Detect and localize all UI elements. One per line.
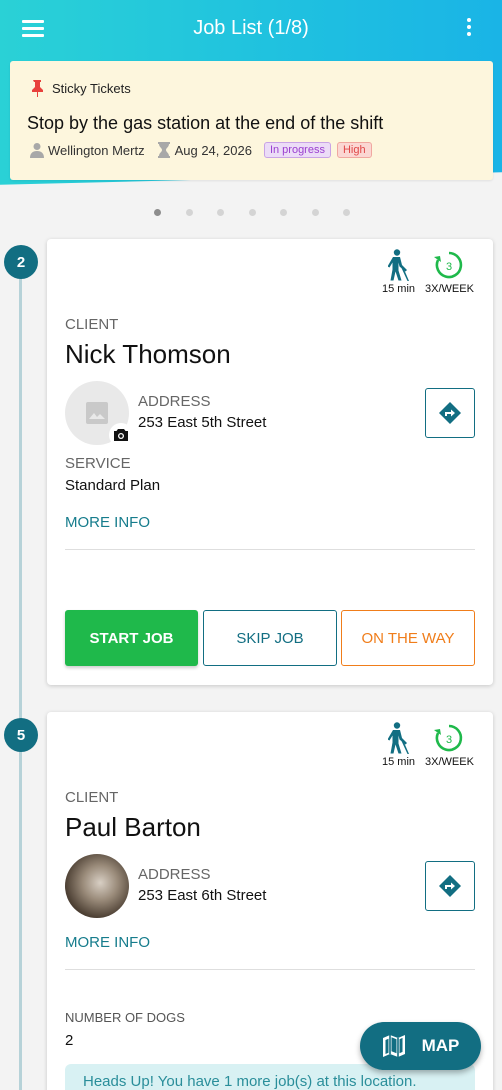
address-label: ADDRESS bbox=[138, 866, 211, 883]
map-icon bbox=[382, 1035, 405, 1057]
sticky-text: Stop by the gas station at the end of th… bbox=[27, 113, 384, 133]
app-bar: Job List (1/8) bbox=[0, 0, 502, 56]
job-card[interactable]: 15 min 3 3X/WEEK CLIENT Nick Thomson ADD… bbox=[47, 239, 493, 685]
duration-stat: 15 min bbox=[382, 249, 415, 295]
sticky-header: Sticky Tickets bbox=[30, 79, 131, 97]
service-value: Standard Plan bbox=[65, 477, 161, 494]
client-name: Paul Barton bbox=[65, 812, 201, 842]
walker-icon bbox=[387, 249, 409, 281]
frequency-text: 3X/WEEK bbox=[425, 756, 474, 768]
sticky-label: Sticky Tickets bbox=[52, 80, 131, 96]
pager-dots[interactable] bbox=[154, 209, 375, 216]
image-placeholder-icon bbox=[86, 402, 108, 424]
pager-dot[interactable] bbox=[217, 209, 224, 216]
on-the-way-button[interactable]: ON THE WAY bbox=[341, 610, 475, 666]
frequency-count: 3 bbox=[446, 261, 452, 273]
frequency-text: 3X/WEEK bbox=[425, 283, 474, 295]
address-label: ADDRESS bbox=[138, 393, 211, 410]
person-icon bbox=[30, 143, 44, 158]
step-badge: 5 bbox=[4, 718, 38, 752]
client-avatar-placeholder[interactable] bbox=[65, 381, 133, 447]
due-date: Aug 24, 2026 bbox=[157, 142, 252, 158]
directions-icon bbox=[439, 875, 461, 897]
dogs-value: 2 bbox=[65, 1032, 74, 1049]
menu-icon[interactable] bbox=[22, 20, 44, 37]
pager-dot[interactable] bbox=[248, 209, 256, 216]
duration-stat: 15 min bbox=[382, 722, 415, 768]
frequency-count: 3 bbox=[446, 734, 452, 746]
pager-dot[interactable] bbox=[185, 209, 193, 216]
frequency-stat: 3 3X/WEEK bbox=[425, 722, 474, 768]
camera-icon[interactable] bbox=[109, 423, 133, 447]
timeline-line bbox=[19, 270, 22, 1090]
step-badge: 2 bbox=[4, 245, 38, 279]
service-label: SERVICE bbox=[65, 455, 131, 472]
sticky-meta: Wellington Mertz Aug 24, 2026 In progres… bbox=[30, 142, 378, 158]
walker-icon bbox=[387, 722, 409, 754]
priority-badge: High bbox=[336, 142, 372, 158]
frequency-stat: 3 3X/WEEK bbox=[425, 249, 474, 295]
hourglass-icon bbox=[157, 142, 170, 158]
map-button-label: MAP bbox=[421, 1036, 460, 1055]
divider bbox=[65, 549, 475, 550]
address-value: 253 East 5th Street bbox=[138, 414, 267, 431]
pager-dot[interactable] bbox=[343, 209, 350, 216]
page-title: Job List (1/8) bbox=[193, 16, 309, 39]
client-label: CLIENT bbox=[65, 789, 119, 806]
duration-text: 15 min bbox=[382, 283, 416, 295]
due-date-text: Aug 24, 2026 bbox=[174, 142, 252, 158]
more-info-link[interactable]: MORE INFO bbox=[65, 514, 150, 531]
more-info-link[interactable]: MORE INFO bbox=[65, 934, 150, 951]
repeat-icon: 3 bbox=[434, 251, 463, 279]
sticky-ticket-card[interactable]: Sticky Tickets Stop by the gas station a… bbox=[10, 61, 493, 180]
assignee: Wellington Mertz bbox=[30, 142, 145, 158]
pin-icon bbox=[32, 80, 43, 97]
directions-button[interactable] bbox=[425, 388, 475, 438]
duration-text: 15 min bbox=[382, 756, 416, 768]
skip-job-button[interactable]: SKIP JOB bbox=[203, 610, 337, 666]
client-avatar[interactable] bbox=[65, 854, 129, 918]
address-value: 253 East 6th Street bbox=[138, 887, 267, 904]
start-job-button[interactable]: START JOB bbox=[65, 610, 198, 666]
assignee-name: Wellington Mertz bbox=[48, 142, 145, 158]
directions-button[interactable] bbox=[425, 861, 475, 911]
pager-dot[interactable] bbox=[154, 209, 161, 216]
pager-dot[interactable] bbox=[311, 209, 319, 216]
pager-dot[interactable] bbox=[280, 209, 287, 216]
client-name: Nick Thomson bbox=[65, 339, 231, 369]
dogs-label: NUMBER OF DOGS bbox=[65, 1010, 185, 1025]
more-options-icon[interactable] bbox=[466, 18, 472, 38]
status-badge: In progress bbox=[263, 142, 331, 158]
directions-icon bbox=[439, 402, 461, 424]
client-label: CLIENT bbox=[65, 316, 119, 333]
map-button[interactable]: MAP bbox=[360, 1022, 481, 1070]
repeat-icon: 3 bbox=[434, 724, 463, 752]
divider bbox=[65, 969, 475, 970]
